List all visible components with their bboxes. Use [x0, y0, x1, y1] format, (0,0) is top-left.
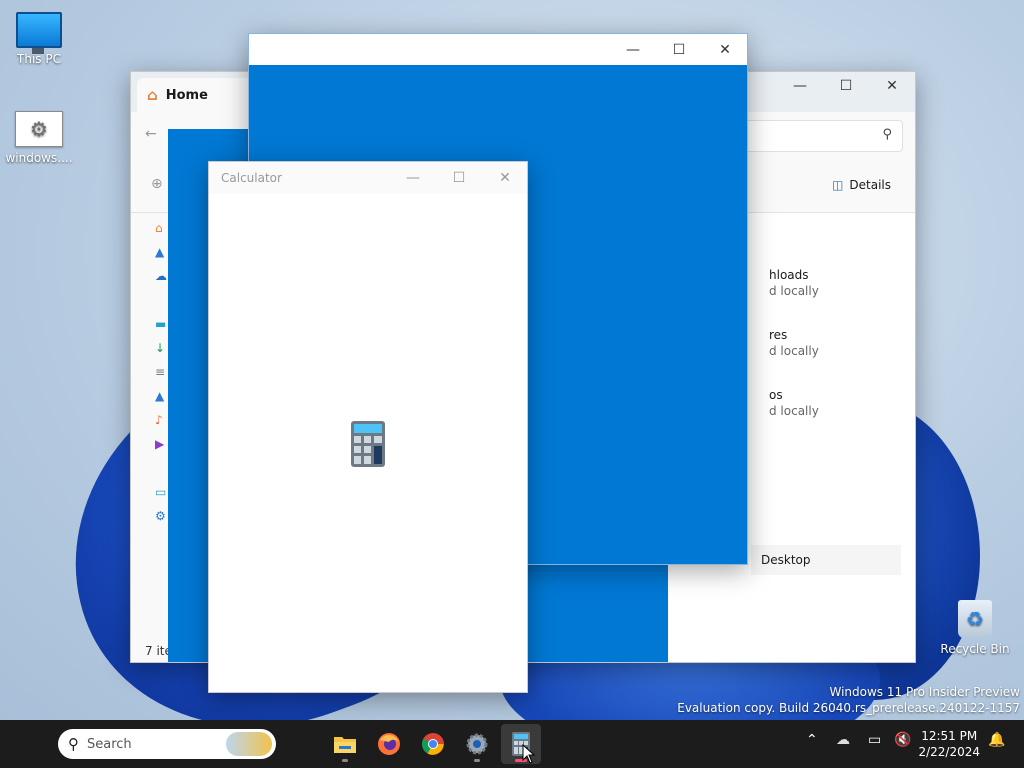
downloads-icon[interactable]: ↓: [155, 341, 165, 355]
new-button[interactable]: ⊕: [151, 176, 163, 192]
calculator-titlebar[interactable]: Calculator — ☐ ✕: [209, 162, 527, 194]
onedrive-icon[interactable]: ☁: [155, 269, 167, 283]
gear-icon: [466, 733, 488, 755]
close-button[interactable]: ✕: [702, 34, 748, 66]
taskbar-app-chrome[interactable]: [413, 724, 453, 764]
tab-label: Home: [165, 87, 208, 103]
taskbar-app-firefox[interactable]: [369, 724, 409, 764]
item-status: d locally: [769, 344, 819, 358]
splash-titlebar[interactable]: — ☐ ✕: [249, 34, 747, 65]
search-highlight-image: [226, 732, 272, 756]
clock[interactable]: 12:51 PM 2/22/2024: [918, 728, 980, 760]
quick-access-item[interactable]: os d locally: [769, 387, 819, 419]
this-pc-icon: [16, 12, 62, 54]
item-name: os: [769, 388, 783, 402]
search-icon: ⚲: [68, 735, 79, 753]
calculator-window[interactable]: Calculator — ☐ ✕: [208, 161, 528, 693]
quick-access-item[interactable]: res d locally: [769, 327, 819, 359]
maximize-button[interactable]: ☐: [656, 34, 702, 66]
details-button[interactable]: ◫ Details: [832, 178, 891, 192]
taskbar: ⚲ Search ⌃ ☁ ▭ 🔇 12:51 PM 2/22/2024 🔔: [0, 720, 1024, 768]
network-icon[interactable]: ▭: [868, 732, 881, 748]
desktop-folder-icon[interactable]: ▬: [155, 317, 166, 331]
folder-icon: [334, 737, 356, 753]
minimize-button[interactable]: —: [777, 72, 823, 100]
network-icon[interactable]: ⚙: [155, 509, 166, 523]
clock-time: 12:51 PM: [921, 729, 978, 743]
minimize-button[interactable]: —: [390, 162, 436, 194]
running-indicator: [474, 759, 480, 762]
documents-icon[interactable]: ≡: [155, 365, 165, 379]
music-icon[interactable]: ♪: [155, 413, 163, 427]
mouse-cursor-icon: [522, 744, 536, 764]
search-label: Search: [87, 736, 132, 752]
back-arrow-icon[interactable]: ←: [145, 126, 157, 142]
desktop-icon-label: windows....: [5, 151, 73, 165]
search-icon: ⚲: [882, 127, 892, 142]
settings-file-icon: ⚙: [15, 111, 63, 147]
watermark-line: Windows 11 Pro Insider Preview: [829, 685, 1020, 699]
running-indicator: [342, 759, 348, 762]
clock-date: 2/22/2024: [918, 745, 980, 759]
details-pane-icon: ◫: [832, 178, 844, 192]
item-status: d locally: [769, 404, 819, 418]
quick-access-item[interactable]: hloads d locally: [769, 267, 819, 299]
volume-muted-icon[interactable]: 🔇: [894, 732, 911, 748]
this-pc-icon[interactable]: ▭: [155, 485, 166, 499]
chevron-up-icon[interactable]: ⌃: [806, 732, 818, 748]
window-title: Calculator: [221, 171, 282, 185]
maximize-button[interactable]: ☐: [436, 162, 482, 194]
taskbar-search[interactable]: ⚲ Search: [58, 729, 276, 759]
details-label: Details: [849, 178, 891, 192]
home-icon[interactable]: ⌂: [155, 221, 163, 235]
navigation-pane: ⌂ ▲ ☁ ▬ ↓ ≡ ▲ ♪ ▶ ▭ ⚙: [131, 213, 171, 662]
desktop-icon-this-pc[interactable]: This PC: [2, 12, 76, 66]
maximize-button[interactable]: ☐: [823, 72, 869, 100]
minimize-button[interactable]: —: [610, 34, 656, 66]
close-button[interactable]: ✕: [482, 162, 528, 194]
gallery-icon[interactable]: ▲: [155, 245, 164, 259]
close-button[interactable]: ✕: [869, 72, 915, 100]
taskbar-app-file-explorer[interactable]: [325, 724, 365, 764]
item-status: d locally: [769, 284, 819, 298]
notification-bell-icon[interactable]: 🔔: [988, 732, 1005, 748]
desktop-icon-label: This PC: [17, 52, 61, 66]
os-watermark: Windows 11 Pro Insider Preview Evaluatio…: [677, 684, 1020, 716]
home-icon: ⌂: [147, 86, 158, 104]
item-name: res: [769, 328, 788, 342]
recycle-bin-icon: ♻: [958, 600, 992, 638]
calculator-icon: [351, 421, 385, 467]
item-name: hloads: [769, 268, 809, 282]
videos-icon[interactable]: ▶: [155, 437, 164, 451]
pictures-icon[interactable]: ▲: [155, 389, 164, 403]
desktop-icon-label: Recycle Bin: [940, 642, 1010, 656]
chrome-icon: [422, 733, 444, 755]
taskbar-app-settings[interactable]: [457, 724, 497, 764]
desktop-icon-windows-file[interactable]: ⚙ windows....: [2, 111, 76, 165]
desktop-icon-recycle-bin[interactable]: ♻ Recycle Bin: [938, 600, 1012, 656]
firefox-icon: [378, 733, 400, 755]
watermark-line: Evaluation copy. Build 26040.rs_prerelea…: [677, 701, 1020, 715]
recent-item-desktop[interactable]: Desktop: [751, 545, 901, 575]
onedrive-offline-icon[interactable]: ☁: [836, 732, 850, 748]
